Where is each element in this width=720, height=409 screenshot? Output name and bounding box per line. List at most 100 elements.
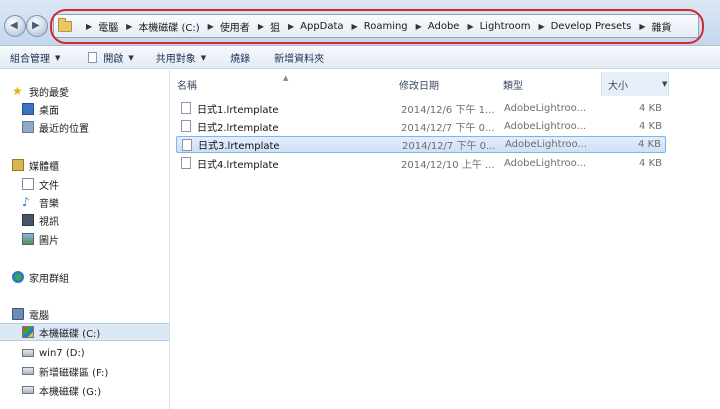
nav-favorites[interactable]: ★ 我的最愛 xyxy=(0,82,169,100)
nav-label: 視訊 xyxy=(39,216,59,228)
breadcrumb-item[interactable]: Adobe xyxy=(428,21,460,32)
nav-item-drive-d[interactable]: win7 (D:) xyxy=(0,344,169,362)
organize-label: 組合管理 xyxy=(10,54,50,65)
document-icon xyxy=(88,52,98,63)
recent-places-icon xyxy=(22,121,34,133)
burn-label: 燒錄 xyxy=(230,54,251,65)
nav-item-desktop[interactable]: 桌面 xyxy=(0,100,169,118)
nav-label: 本機磁碟 (G:) xyxy=(39,386,102,398)
column-label: 類型 xyxy=(503,80,523,92)
file-icon xyxy=(181,157,191,169)
new-folder-label: 新增資料夾 xyxy=(274,54,325,65)
drive-icon xyxy=(22,367,34,375)
file-row[interactable]: 日式4.lrtemplate 2014/12/10 上午 ... AdobeLi… xyxy=(176,155,666,172)
nav-label: 桌面 xyxy=(39,105,59,117)
file-size: 4 KB xyxy=(638,139,661,150)
chevron-right-icon[interactable]: ▶ xyxy=(352,22,358,31)
breadcrumb-item[interactable]: Lightroom xyxy=(480,21,531,32)
folder-icon xyxy=(58,17,72,32)
chevron-right-icon[interactable]: ▶ xyxy=(208,22,214,31)
breadcrumb-item[interactable]: Develop Presets xyxy=(551,21,632,32)
back-arrow-icon: ◀ xyxy=(10,20,18,31)
chevron-right-icon[interactable]: ▶ xyxy=(258,22,264,31)
breadcrumb-item-current[interactable]: 雜貨 xyxy=(652,19,672,34)
nav-homegroup[interactable]: 家用群組 xyxy=(0,268,169,286)
breadcrumb-item[interactable]: Roaming xyxy=(364,21,408,32)
nav-label: 新增磁碟區 (F:) xyxy=(39,367,109,379)
back-button[interactable]: ◀ xyxy=(4,15,26,37)
computer-icon xyxy=(12,308,24,320)
open-button[interactable]: 開啟 ▼ xyxy=(70,47,143,69)
nav-label: 最近的位置 xyxy=(39,123,89,135)
chevron-right-icon[interactable]: ▶ xyxy=(416,22,422,31)
column-header-type[interactable]: 類型 xyxy=(497,72,601,96)
chevron-right-icon[interactable]: ▶ xyxy=(639,22,645,31)
address-field[interactable]: ▶ 電腦 ▶ 本機磁碟 (C:) ▶ 使用者 ▶ 狙 ▶ AppData ▶ Roamin… xyxy=(53,14,699,38)
breadcrumb-item[interactable]: 狙 xyxy=(270,19,280,34)
breadcrumb-item[interactable]: 使用者 xyxy=(220,19,250,34)
forward-button[interactable]: ▶ xyxy=(26,15,48,37)
nav-computer[interactable]: 電腦 xyxy=(0,305,169,323)
nav-label: 音樂 xyxy=(39,198,59,210)
nav-item-videos[interactable]: 視訊 xyxy=(0,211,169,229)
chevron-right-icon[interactable]: ▶ xyxy=(288,22,294,31)
drive-icon xyxy=(22,386,34,394)
breadcrumb-item[interactable]: AppData xyxy=(300,21,343,32)
column-label: 修改日期 xyxy=(399,80,439,92)
forward-arrow-icon: ▶ xyxy=(32,20,40,31)
chevron-right-icon[interactable]: ▶ xyxy=(86,22,92,31)
file-type: AdobeLightroo... xyxy=(504,158,587,169)
nav-label: 媒體櫃 xyxy=(29,161,59,173)
nav-label: 本機磁碟 (C:) xyxy=(39,328,101,340)
file-icon xyxy=(181,120,191,132)
share-button[interactable]: 共用對象 ▼ xyxy=(144,47,216,69)
nav-item-documents[interactable]: 文件 xyxy=(0,175,169,193)
file-icon xyxy=(181,102,191,114)
breadcrumb-item[interactable]: 電腦 xyxy=(98,19,118,34)
chevron-right-icon[interactable]: ▶ xyxy=(126,22,132,31)
open-label: 開啟 xyxy=(103,54,124,65)
file-row[interactable]: 日式2.lrtemplate 2014/12/7 下午 0... AdobeLi… xyxy=(176,118,666,135)
file-icon xyxy=(182,139,192,151)
file-row[interactable]: 日式1.lrtemplate 2014/12/6 下午 1... AdobeLi… xyxy=(176,100,666,117)
homegroup-icon xyxy=(12,271,24,283)
column-header-name[interactable]: 名稱 ▲ xyxy=(171,72,393,96)
file-name: 日式1.lrtemplate xyxy=(197,105,279,116)
file-size: 4 KB xyxy=(639,103,662,114)
column-label: 名稱 xyxy=(177,80,197,92)
chevron-right-icon[interactable]: ▶ xyxy=(538,22,544,31)
file-name: 日式2.lrtemplate xyxy=(197,123,279,134)
new-folder-button[interactable]: 新增資料夾 xyxy=(260,47,334,69)
file-size: 4 KB xyxy=(639,121,662,132)
file-date: 2014/12/7 下午 0... xyxy=(402,141,496,152)
nav-label: 圖片 xyxy=(39,235,59,247)
nav-label: 我的最愛 xyxy=(29,87,69,99)
nav-libraries[interactable]: 媒體櫃 xyxy=(0,156,169,174)
file-size: 4 KB xyxy=(639,158,662,169)
nav-item-music[interactable]: ♪ 音樂 xyxy=(0,193,169,211)
nav-item-drive-f[interactable]: 新增磁碟區 (F:) xyxy=(0,362,169,380)
chevron-right-icon[interactable]: ▶ xyxy=(467,22,473,31)
breadcrumb-item[interactable]: 本機磁碟 (C:) xyxy=(138,19,199,34)
file-date: 2014/12/7 下午 0... xyxy=(401,123,495,134)
column-header-size[interactable]: 大小 ▼ xyxy=(601,72,669,96)
library-icon xyxy=(12,159,24,171)
file-name: 日式3.lrtemplate xyxy=(198,141,280,152)
nav-item-pictures[interactable]: 圖片 xyxy=(0,230,169,248)
organize-button[interactable]: 組合管理 ▼ xyxy=(0,47,70,69)
burn-button[interactable]: 燒錄 xyxy=(216,47,260,69)
column-header-date[interactable]: 修改日期 xyxy=(393,72,497,96)
file-row-selected[interactable]: 日式3.lrtemplate 2014/12/7 下午 0... AdobeLi… xyxy=(176,136,666,153)
nav-item-recent-places[interactable]: 最近的位置 xyxy=(0,118,169,136)
file-date: 2014/12/6 下午 1... xyxy=(401,105,495,116)
desktop-icon xyxy=(22,103,34,115)
nav-item-drive-c[interactable]: 本機磁碟 (C:) xyxy=(0,323,169,341)
command-bar: 組合管理 ▼ 開啟 ▼ 共用對象 ▼ 燒錄 新增資料夾 xyxy=(0,47,720,69)
file-type: AdobeLightroo... xyxy=(505,139,588,150)
pictures-icon xyxy=(22,233,34,245)
system-drive-icon xyxy=(22,326,34,338)
dropdown-arrow-icon[interactable]: ▼ xyxy=(662,80,667,88)
nav-item-drive-g[interactable]: 本機磁碟 (G:) xyxy=(0,381,169,399)
address-bar-area: ◀ ▶ ▶ 電腦 ▶ 本機磁碟 (C:) ▶ 使用者 ▶ 狙 ▶ AppData ▶ Ro… xyxy=(0,0,720,46)
column-header-row: 名稱 ▲ 修改日期 類型 大小 ▼ xyxy=(171,72,720,96)
